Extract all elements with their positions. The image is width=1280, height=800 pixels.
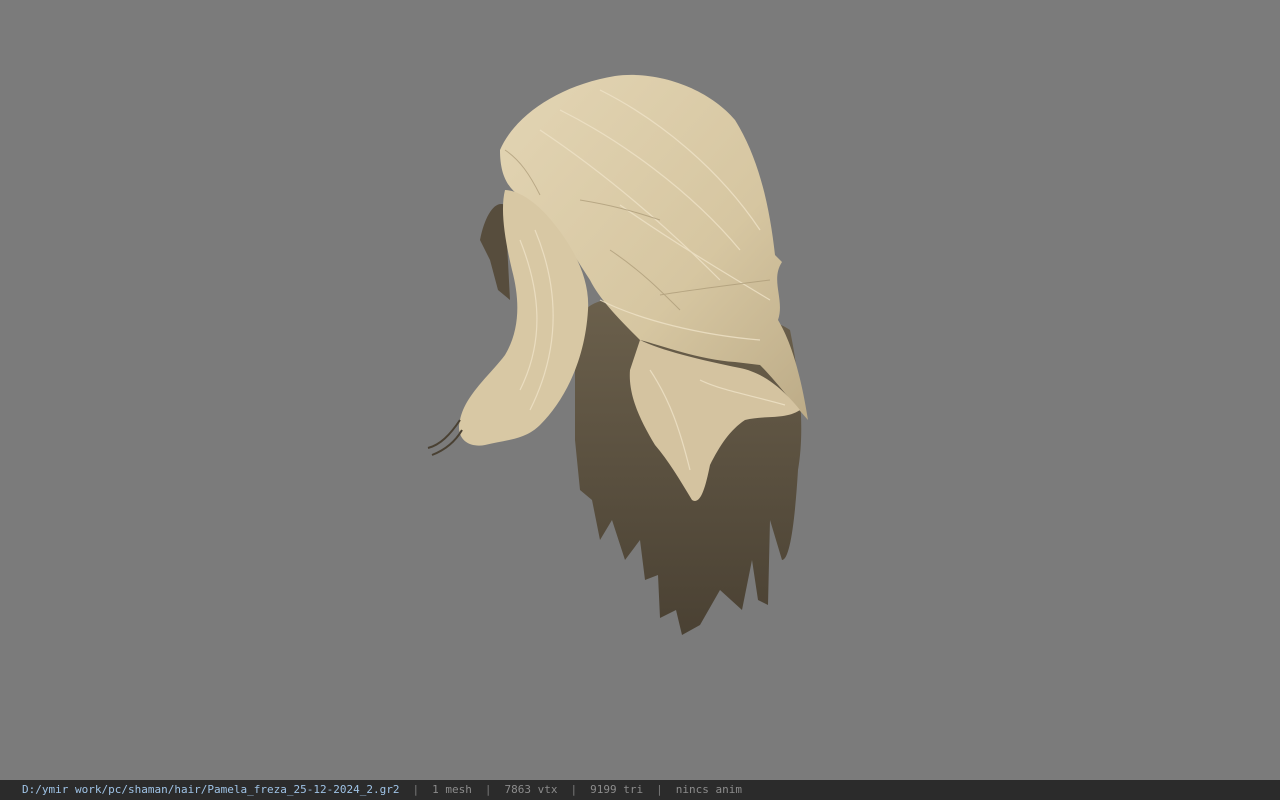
triangle-count: 9199 tri (590, 783, 644, 796)
file-path: D:/ymir work/pc/shaman/hair/Pamela_freza… (22, 783, 400, 796)
separator: | (412, 783, 420, 796)
vertex-count: 7863 vtx (504, 783, 558, 796)
separator: | (484, 783, 492, 796)
animation-status: nincs anim (675, 783, 742, 796)
status-bar: D:/ymir work/pc/shaman/hair/Pamela_freza… (0, 780, 1280, 800)
hair-mesh-icon (427, 74, 808, 635)
mesh-count: 1 mesh (432, 783, 472, 796)
separator: | (656, 783, 663, 796)
hair-left-lock-tip (427, 419, 463, 456)
3d-viewport[interactable] (0, 0, 1280, 780)
separator: | (570, 783, 578, 796)
